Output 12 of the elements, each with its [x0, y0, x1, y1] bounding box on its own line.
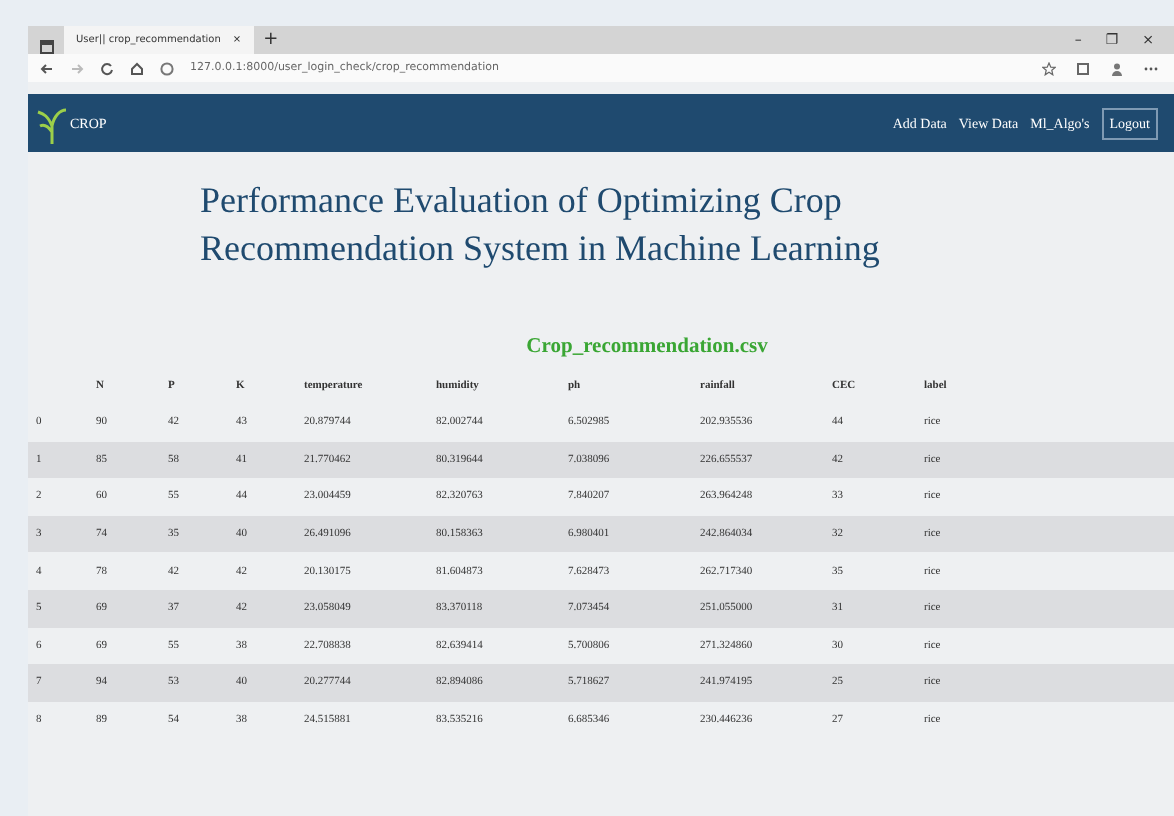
info-icon[interactable]: [160, 61, 174, 75]
collections-icon[interactable]: [1076, 61, 1090, 75]
home-icon[interactable]: [130, 61, 144, 75]
file-title: Crop_recommendation.csv: [524, 336, 770, 358]
refresh-icon[interactable]: [100, 61, 114, 75]
new-tab-button[interactable]: +: [263, 30, 279, 50]
back-icon[interactable]: [40, 61, 54, 75]
tab-list-icon[interactable]: [40, 40, 54, 54]
star-icon[interactable]: [1042, 61, 1056, 75]
logo-icon: [36, 103, 68, 143]
profile-icon[interactable]: [1110, 61, 1124, 75]
page-heading: Performance Evaluation of Optimizing Crop Recommendation System in Machine Learning: [200, 178, 882, 272]
